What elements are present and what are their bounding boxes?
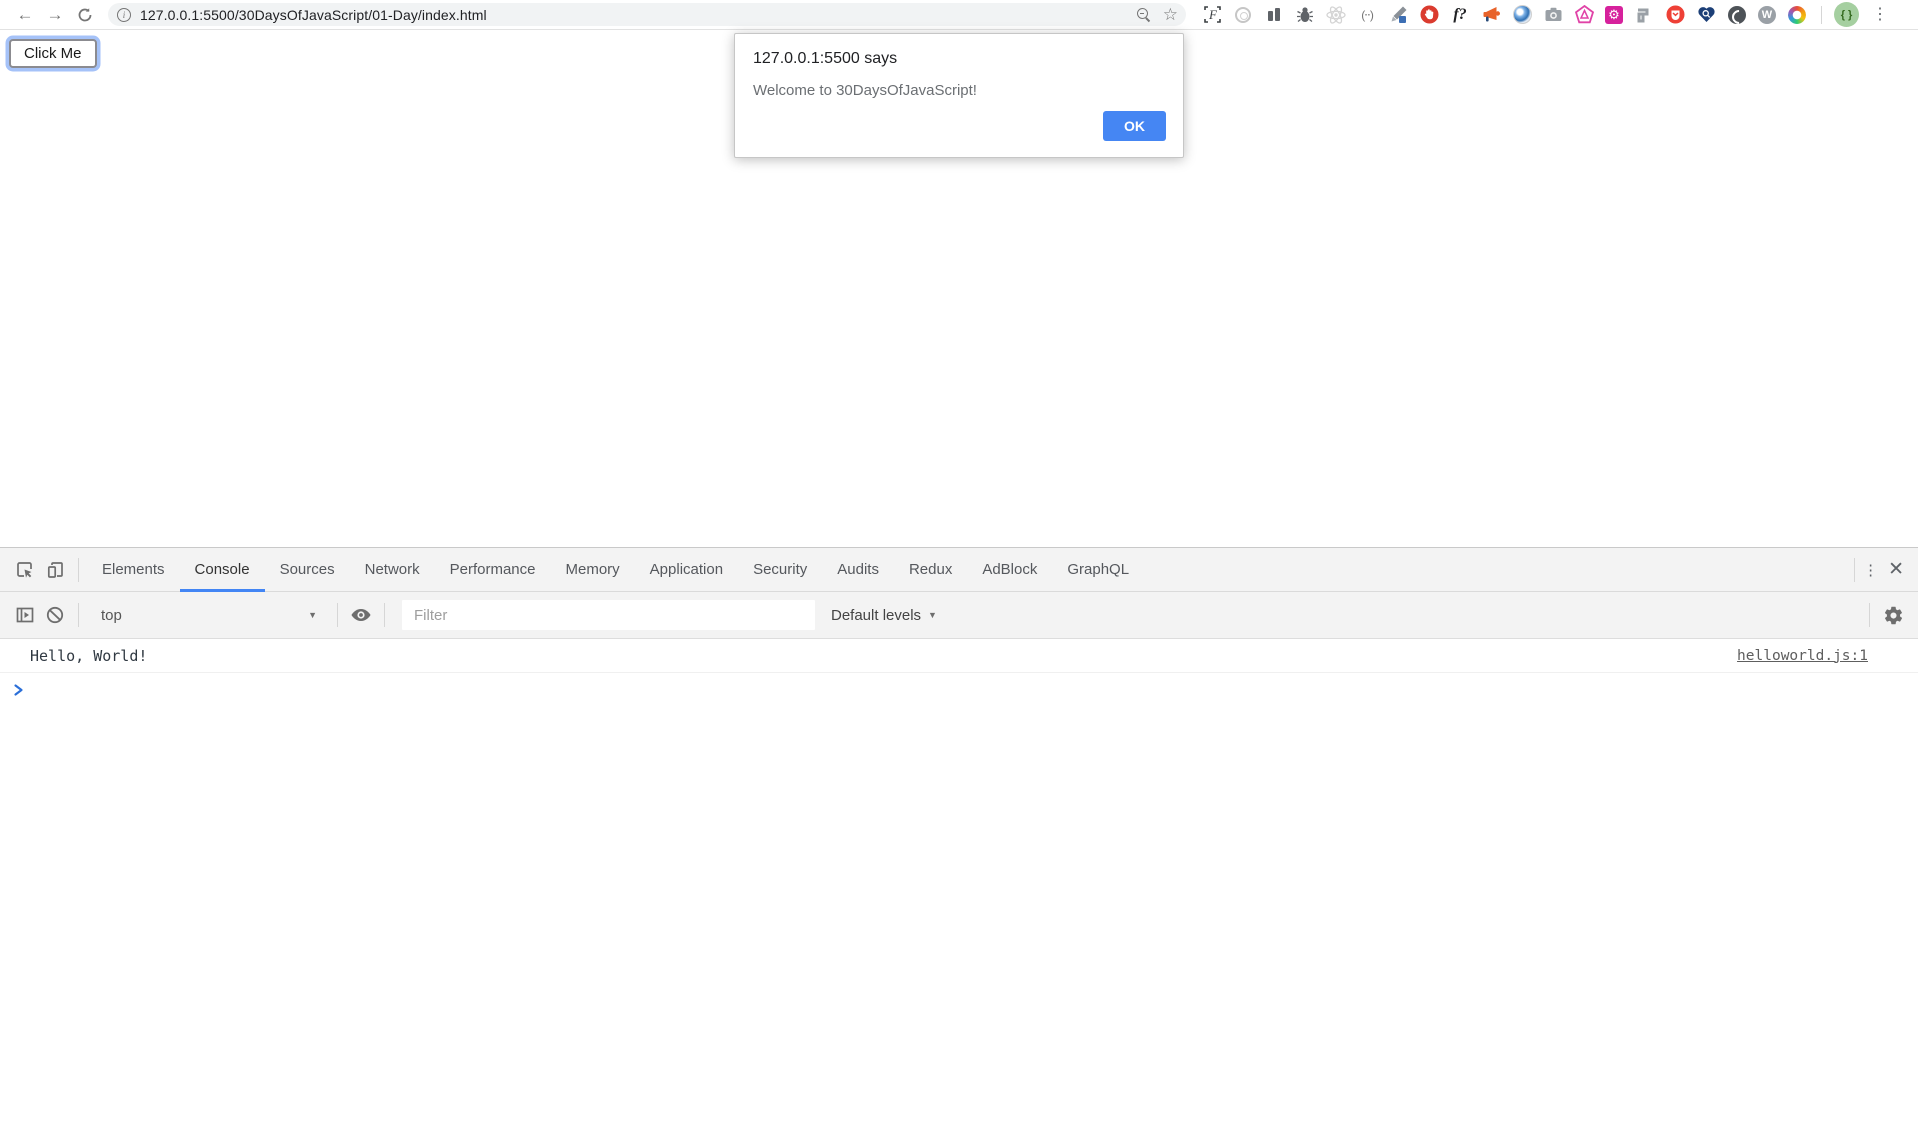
page-info-icon[interactable]: i bbox=[117, 8, 131, 22]
chevron-down-icon: ▼ bbox=[308, 610, 317, 620]
tab-performance[interactable]: Performance bbox=[435, 548, 551, 592]
paren-icon[interactable]: (⋅⋅) bbox=[1357, 5, 1377, 25]
apollo-graphql-icon[interactable] bbox=[1574, 5, 1594, 25]
alert-message: Welcome to 30DaysOfJavaScript! bbox=[753, 82, 1165, 99]
stop-hand-icon[interactable] bbox=[1419, 5, 1439, 25]
console-toolbar-separator bbox=[78, 603, 79, 627]
console-source-link[interactable]: helloworld.js:1 bbox=[1737, 648, 1868, 664]
swirl-icon[interactable] bbox=[1512, 5, 1532, 25]
color-wheel-icon[interactable] bbox=[1787, 5, 1807, 25]
font-capture-icon[interactable]: F bbox=[1202, 5, 1222, 25]
devtools-tabbar: Elements Console Sources Network Perform… bbox=[0, 548, 1918, 592]
pocket-icon[interactable] bbox=[1665, 5, 1685, 25]
tab-application[interactable]: Application bbox=[635, 548, 738, 592]
orbit-icon[interactable] bbox=[1233, 5, 1253, 25]
clear-console-icon[interactable] bbox=[40, 600, 70, 630]
back-icon[interactable]: ← bbox=[12, 2, 38, 28]
tab-sources[interactable]: Sources bbox=[265, 548, 350, 592]
devtools-menu-icon[interactable]: ⋮ bbox=[1863, 561, 1878, 579]
url-text[interactable]: 127.0.0.1:5500/30DaysOfJavaScript/01-Day… bbox=[140, 7, 1136, 23]
page-viewport: Click Me 127.0.0.1:5500 says Welcome to … bbox=[0, 30, 1918, 547]
console-toolbar-separator-2 bbox=[337, 603, 338, 627]
console-toolbar: top ▼ Default levels ▼ bbox=[0, 592, 1918, 639]
devtools-panel: Elements Console Sources Network Perform… bbox=[0, 547, 1918, 1146]
gear-square-icon[interactable]: ⚙ bbox=[1605, 6, 1623, 24]
tab-redux[interactable]: Redux bbox=[894, 548, 967, 592]
tab-adblock[interactable]: AdBlock bbox=[967, 548, 1052, 592]
chevron-down-icon: ▼ bbox=[928, 610, 937, 620]
heart-search-icon[interactable] bbox=[1696, 5, 1716, 25]
react-devtools-icon[interactable] bbox=[1326, 5, 1346, 25]
device-toolbar-icon[interactable] bbox=[40, 555, 70, 585]
eyedropper-icon[interactable] bbox=[1388, 5, 1408, 25]
toolbar-separator bbox=[1821, 6, 1822, 24]
tabbar-separator bbox=[78, 558, 79, 582]
filter-input[interactable] bbox=[401, 599, 816, 631]
angular-arrow-icon[interactable] bbox=[1634, 5, 1654, 25]
tab-audits[interactable]: Audits bbox=[822, 548, 894, 592]
camera-icon[interactable] bbox=[1543, 5, 1563, 25]
execution-context-label: top bbox=[101, 607, 122, 624]
url-bar[interactable]: i 127.0.0.1:5500/30DaysOfJavaScript/01-D… bbox=[108, 3, 1186, 26]
log-levels-label: Default levels bbox=[831, 607, 921, 624]
prompt-chevron-icon bbox=[13, 683, 25, 697]
f-question-icon[interactable]: f? bbox=[1450, 5, 1470, 25]
execution-context-select[interactable]: top ▼ bbox=[87, 607, 329, 624]
dark-globe-icon[interactable] bbox=[1727, 5, 1747, 25]
click-me-button[interactable]: Click Me bbox=[9, 39, 97, 68]
settings-gear-icon[interactable] bbox=[1878, 600, 1908, 630]
svg-text:F: F bbox=[1208, 7, 1218, 22]
inspect-element-icon[interactable] bbox=[10, 555, 40, 585]
extension-strip: F (⋅⋅) f? ⚙ bbox=[1202, 5, 1807, 25]
devtools-close-icon[interactable]: ✕ bbox=[1888, 558, 1904, 581]
forward-icon[interactable]: → bbox=[42, 2, 68, 28]
tabbar-right-separator bbox=[1854, 558, 1855, 582]
tab-graphql[interactable]: GraphQL bbox=[1052, 548, 1144, 592]
tab-memory[interactable]: Memory bbox=[551, 548, 635, 592]
browser-toolbar: ← → i 127.0.0.1:5500/30DaysOfJavaScript/… bbox=[0, 0, 1918, 30]
tab-security[interactable]: Security bbox=[738, 548, 822, 592]
console-toolbar-separator-3 bbox=[384, 603, 385, 627]
console-toolbar-separator-4 bbox=[1869, 603, 1870, 627]
live-expression-eye-icon[interactable] bbox=[346, 600, 376, 630]
console-messages: Hello, World! helloworld.js:1 bbox=[0, 639, 1918, 1146]
console-log-row[interactable]: Hello, World! helloworld.js:1 bbox=[0, 639, 1918, 673]
log-levels-select[interactable]: Default levels ▼ bbox=[831, 607, 937, 624]
w-circle-icon[interactable]: W bbox=[1758, 6, 1776, 24]
browser-menu-icon[interactable]: ⋮ bbox=[1872, 7, 1888, 23]
megaphone-icon[interactable] bbox=[1481, 5, 1501, 25]
alert-dialog: 127.0.0.1:5500 says Welcome to 30DaysOfJ… bbox=[734, 33, 1184, 158]
console-sidebar-icon[interactable] bbox=[10, 600, 40, 630]
console-log-text: Hello, World! bbox=[30, 647, 147, 665]
console-prompt[interactable] bbox=[0, 673, 1918, 707]
zoom-icon[interactable] bbox=[1136, 7, 1151, 22]
profile-avatar[interactable]: { } bbox=[1834, 2, 1859, 27]
alert-ok-button[interactable]: OK bbox=[1103, 111, 1166, 141]
tab-console[interactable]: Console bbox=[180, 548, 265, 592]
alert-title: 127.0.0.1:5500 says bbox=[753, 50, 1165, 68]
reload-icon[interactable] bbox=[72, 2, 98, 28]
tab-elements[interactable]: Elements bbox=[87, 548, 180, 592]
columns-icon[interactable] bbox=[1264, 5, 1284, 25]
bug-icon[interactable] bbox=[1295, 5, 1315, 25]
tab-network[interactable]: Network bbox=[350, 548, 435, 592]
bookmark-star-icon[interactable]: ☆ bbox=[1163, 6, 1178, 23]
